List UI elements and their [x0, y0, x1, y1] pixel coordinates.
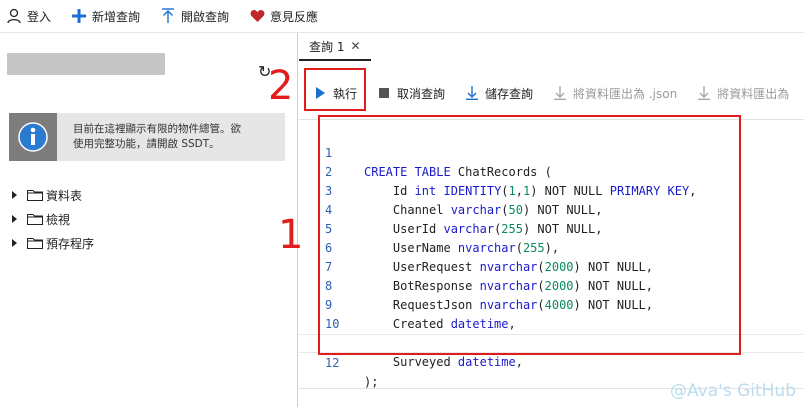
- export-json-label: 將資料匯出為 .json: [573, 86, 678, 101]
- download-icon: [465, 86, 479, 100]
- object-explorer: ↻ 目前在這裡顯示有限的物件總管。欲 使用完整功能，請開啟 SSDT。 資料表 …: [0, 33, 298, 407]
- code-text: Surveyed datetime,: [364, 355, 523, 369]
- info-text: 目前在這裡顯示有限的物件總管。欲 使用完整功能，請開啟 SSDT。: [73, 123, 241, 150]
- download-icon: [553, 86, 567, 100]
- feedback-button[interactable]: 意見反應: [249, 0, 318, 33]
- code-text: );: [364, 375, 379, 389]
- tab-strip: 查詢 1 ✕: [299, 33, 804, 61]
- folder-icon: [27, 237, 43, 249]
- expand-arrow-icon[interactable]: [12, 215, 17, 223]
- tree-label-tables: 資料表: [46, 188, 83, 203]
- top-toolbar: 登入 新增查詢 開啟查詢 意見反應: [0, 0, 804, 33]
- stop-icon: [377, 86, 391, 100]
- open-query-button[interactable]: 開啟查詢: [160, 0, 229, 33]
- folder-icon: [27, 189, 43, 201]
- tab-label: 查詢 1: [309, 39, 345, 54]
- info-icon: [9, 113, 57, 161]
- new-query-label: 新增查詢: [92, 9, 141, 24]
- cancel-query-label: 取消查詢: [397, 86, 446, 101]
- annotation-number-two: 2: [268, 63, 294, 109]
- person-icon: [6, 8, 22, 24]
- cancel-query-button[interactable]: 取消查詢: [377, 78, 445, 108]
- annotation-number-one: 1: [278, 212, 304, 258]
- redacted-server-name: [7, 53, 165, 75]
- export-other-label: 將資料匯出為: [717, 86, 790, 101]
- download-icon: [697, 86, 711, 100]
- plus-icon: [71, 8, 87, 24]
- folder-icon: [27, 213, 43, 225]
- save-query-label: 儲存查詢: [485, 86, 534, 101]
- tree-label-views: 檢視: [46, 212, 71, 227]
- upload-icon: [160, 8, 176, 24]
- watermark: @Ava's GitHub: [670, 381, 796, 401]
- export-json-button[interactable]: 將資料匯出為 .json: [553, 78, 677, 108]
- new-query-button[interactable]: 新增查詢: [71, 0, 140, 33]
- close-icon[interactable]: ✕: [350, 39, 360, 53]
- tree-item-views[interactable]: 檢視: [12, 207, 94, 231]
- login-button[interactable]: 登入: [6, 0, 51, 33]
- expand-arrow-icon[interactable]: [12, 239, 17, 247]
- object-tree: 資料表 檢視 預存程序: [12, 183, 94, 255]
- line-number: 12: [325, 356, 340, 370]
- expand-arrow-icon[interactable]: [12, 191, 17, 199]
- info-banner: 目前在這裡顯示有限的物件總管。欲 使用完整功能，請開啟 SSDT。: [9, 113, 285, 161]
- tab-query-1[interactable]: 查詢 1 ✕: [299, 33, 371, 61]
- query-toolbar: 執行 取消查詢 儲存查詢 將資料匯出為 .json 將資料匯出為: [299, 73, 804, 113]
- annotation-box-code: [318, 115, 741, 355]
- heart-icon: [249, 8, 265, 24]
- tree-label-stored-procedures: 預存程序: [46, 236, 95, 251]
- tree-item-tables[interactable]: 資料表: [12, 183, 94, 207]
- save-query-button[interactable]: 儲存查詢: [465, 78, 533, 108]
- open-query-label: 開啟查詢: [181, 9, 230, 24]
- tree-item-stored-procedures[interactable]: 預存程序: [12, 231, 94, 255]
- export-other-button[interactable]: 將資料匯出為: [697, 78, 789, 108]
- annotation-box-run: [304, 68, 366, 111]
- feedback-label: 意見反應: [270, 9, 319, 24]
- login-label: 登入: [27, 9, 52, 24]
